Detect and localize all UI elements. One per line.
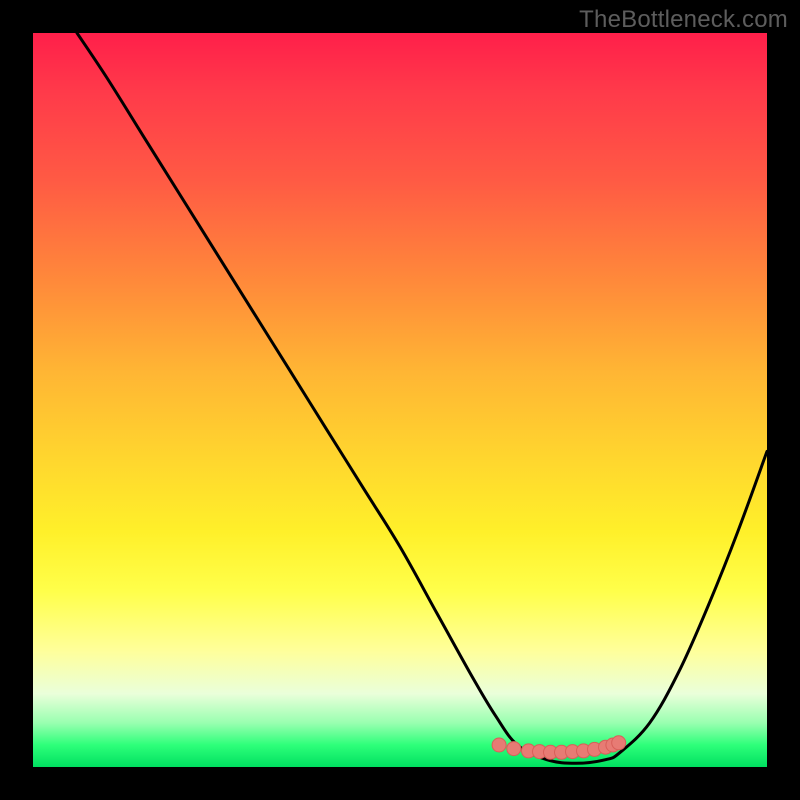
curve-svg	[33, 33, 767, 767]
curve-marker	[507, 742, 521, 756]
plot-area	[33, 33, 767, 767]
bottleneck-curve	[77, 33, 767, 763]
watermark-text: TheBottleneck.com	[579, 6, 788, 34]
curve-marker	[612, 736, 626, 750]
curve-marker	[492, 738, 506, 752]
chart-frame: TheBottleneck.com	[0, 0, 800, 800]
